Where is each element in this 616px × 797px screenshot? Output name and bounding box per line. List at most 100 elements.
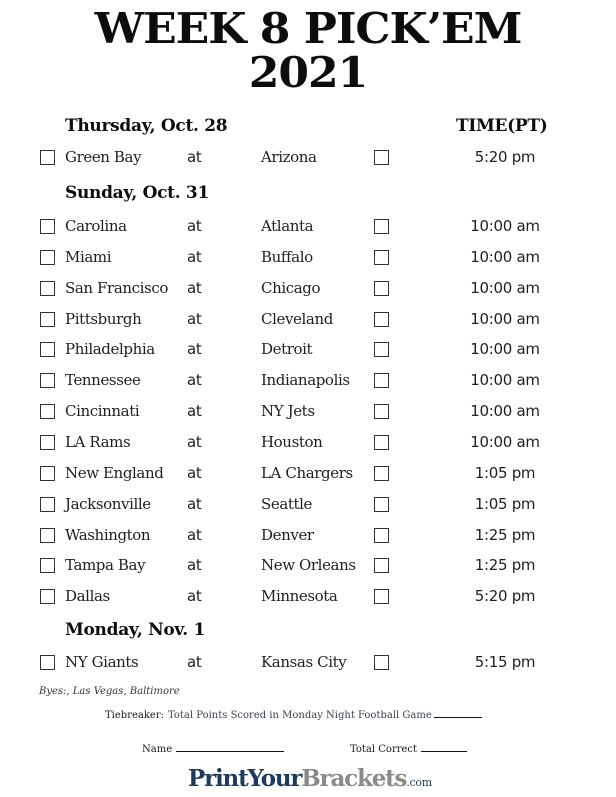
home-pick-checkbox[interactable] — [374, 589, 389, 604]
away-pick-checkbox[interactable] — [40, 404, 55, 419]
away-team: Washington — [65, 526, 151, 544]
tiebreaker-field: Tiebreaker: Total Points Scored in Monday… — [105, 707, 482, 721]
game-time: 10:00 am — [470, 217, 540, 235]
total-correct-input-line[interactable] — [421, 741, 468, 752]
home-pick-checkbox[interactable] — [374, 528, 389, 543]
game-time: 10:00 am — [470, 248, 540, 266]
away-pick-checkbox[interactable] — [40, 466, 55, 481]
away-team: LA Rams — [65, 433, 131, 451]
game-time: 1:25 pm — [474, 556, 536, 574]
away-team: NY Giants — [65, 653, 139, 671]
home-team: LA Chargers — [261, 464, 353, 482]
home-team: Indianapolis — [261, 371, 350, 389]
game-row: San Francisco at Chicago 10:00 am — [0, 279, 616, 301]
at-label: at — [187, 340, 202, 358]
time-column-header: TIME(PT) — [456, 116, 548, 136]
game-row: LA Rams at Houston 10:00 am — [0, 433, 616, 455]
game-time: 1:05 pm — [474, 495, 536, 513]
away-pick-checkbox[interactable] — [40, 528, 55, 543]
home-team: Chicago — [261, 279, 321, 297]
away-pick-checkbox[interactable] — [40, 150, 55, 165]
game-time: 5:20 pm — [474, 587, 536, 605]
game-row: Washington at Denver 1:25 pm — [0, 526, 616, 548]
home-pick-checkbox[interactable] — [374, 373, 389, 388]
home-team: Houston — [261, 433, 323, 451]
home-team: Cleveland — [261, 310, 333, 328]
tiebreaker-input-line[interactable] — [433, 707, 482, 718]
game-time: 10:00 am — [470, 310, 540, 328]
home-pick-checkbox[interactable] — [374, 150, 389, 165]
home-team: Atlanta — [261, 217, 314, 235]
home-pick-checkbox[interactable] — [374, 497, 389, 512]
game-time: 5:20 pm — [474, 148, 536, 166]
page-title-line-2: 2021 — [248, 48, 369, 97]
home-pick-checkbox[interactable] — [374, 312, 389, 327]
home-team: Buffalo — [261, 248, 313, 266]
home-team: New Orleans — [261, 556, 356, 574]
game-time: 1:25 pm — [474, 526, 536, 544]
home-pick-checkbox[interactable] — [374, 219, 389, 234]
game-time: 10:00 am — [470, 433, 540, 451]
game-row: Philadelphia at Detroit 10:00 am — [0, 340, 616, 362]
away-pick-checkbox[interactable] — [40, 312, 55, 327]
home-pick-checkbox[interactable] — [374, 250, 389, 265]
name-input-line[interactable] — [176, 741, 285, 752]
away-pick-checkbox[interactable] — [40, 342, 55, 357]
home-team: Seattle — [261, 495, 313, 513]
home-team: Kansas City — [261, 653, 347, 671]
away-pick-checkbox[interactable] — [40, 655, 55, 670]
away-team: New England — [65, 464, 164, 482]
at-label: at — [187, 402, 202, 420]
name-field: Name — [142, 741, 285, 755]
at-label: at — [187, 148, 202, 166]
game-row: Green Bay at Arizona 5:20 pm — [0, 148, 616, 170]
at-label: at — [187, 310, 202, 328]
game-row: Tampa Bay at New Orleans 1:25 pm — [0, 556, 616, 578]
bye-teams-note: Byes:, Las Vegas, Baltimore — [39, 686, 180, 697]
away-pick-checkbox[interactable] — [40, 435, 55, 450]
tiebreaker-description: Total Points Scored in Monday Night Foot… — [167, 710, 432, 721]
home-pick-checkbox[interactable] — [374, 558, 389, 573]
away-pick-checkbox[interactable] — [40, 373, 55, 388]
away-pick-checkbox[interactable] — [40, 219, 55, 234]
home-pick-checkbox[interactable] — [374, 435, 389, 450]
away-team: Jacksonville — [65, 495, 151, 513]
away-team: Pittsburgh — [65, 310, 142, 328]
page-title-line-1: WEEK 8 PICK’EM — [94, 4, 523, 53]
away-pick-checkbox[interactable] — [40, 558, 55, 573]
game-time: 5:15 pm — [474, 653, 536, 671]
game-row: Dallas at Minnesota 5:20 pm — [0, 587, 616, 609]
game-time: 10:00 am — [470, 340, 540, 358]
home-team: Detroit — [261, 340, 313, 358]
day-header-sunday: Sunday, Oct. 31 — [65, 183, 209, 203]
away-team: Green Bay — [65, 148, 142, 166]
home-team: NY Jets — [261, 402, 315, 420]
away-pick-checkbox[interactable] — [40, 281, 55, 296]
game-row: Miami at Buffalo 10:00 am — [0, 248, 616, 270]
away-team: Dallas — [65, 587, 110, 605]
game-row: NY Giants at Kansas City 5:15 pm — [0, 653, 616, 675]
game-row: Pittsburgh at Cleveland 10:00 am — [0, 310, 616, 332]
game-row: New England at LA Chargers 1:05 pm — [0, 464, 616, 486]
home-pick-checkbox[interactable] — [374, 466, 389, 481]
home-pick-checkbox[interactable] — [374, 342, 389, 357]
away-team: Cincinnati — [65, 402, 140, 420]
game-row: Tennessee at Indianapolis 10:00 am — [0, 371, 616, 393]
away-pick-checkbox[interactable] — [40, 589, 55, 604]
away-team: San Francisco — [65, 279, 168, 297]
total-correct-field: Total Correct — [350, 741, 468, 755]
printyourbrackets-logo: PrintYourBrackets.com — [188, 767, 432, 790]
away-pick-checkbox[interactable] — [40, 250, 55, 265]
game-time: 10:00 am — [470, 402, 540, 420]
home-pick-checkbox[interactable] — [374, 404, 389, 419]
home-pick-checkbox[interactable] — [374, 655, 389, 670]
tiebreaker-label: Tiebreaker: — [105, 710, 164, 721]
game-time: 1:05 pm — [474, 464, 536, 482]
game-time: 10:00 am — [470, 371, 540, 389]
away-team: Tennessee — [65, 371, 141, 389]
away-pick-checkbox[interactable] — [40, 497, 55, 512]
home-team: Minnesota — [261, 587, 338, 605]
logo-text-printyour: PrintYour — [188, 765, 303, 792]
day-header-monday: Monday, Nov. 1 — [65, 620, 206, 640]
home-pick-checkbox[interactable] — [374, 281, 389, 296]
